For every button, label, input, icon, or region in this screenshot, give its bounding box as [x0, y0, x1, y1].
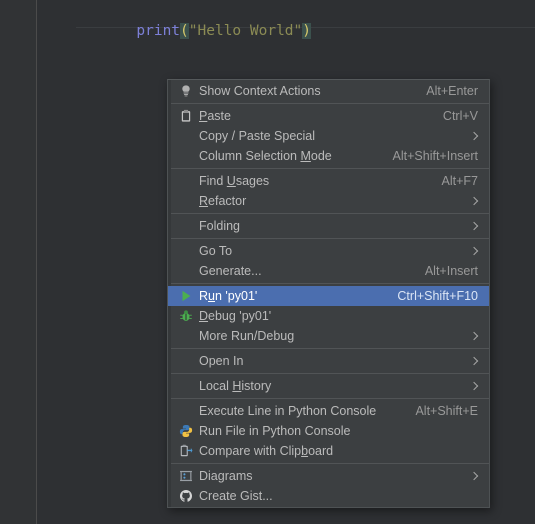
menu-item-shortcut: Alt+Shift+Insert — [392, 149, 478, 163]
menu-item-open-in[interactable]: Open In — [168, 351, 489, 371]
menu-item-label: Find Usages — [199, 174, 270, 188]
menu-item-label: Copy / Paste Special — [199, 129, 316, 143]
menu-item-label: Open In — [199, 354, 244, 368]
menu-item-label: Create Gist... — [199, 489, 273, 503]
menu-item-copy-paste-special[interactable]: Copy / Paste Special — [168, 126, 489, 146]
menu-item-execute-line-in-python-console[interactable]: Execute Line in Python Console Alt+Shift+… — [168, 401, 489, 421]
menu-item-debug-py01[interactable]: Debug 'py01' — [168, 306, 489, 326]
chevron-right-icon — [469, 381, 479, 391]
menu-separator — [171, 373, 489, 374]
menu-item-compare-with-clipboard[interactable]: Compare with Clipboard — [168, 441, 489, 461]
editor-context-menu[interactable]: Show Context Actions Alt+Enter Paste Ctrl+V… — [167, 79, 490, 508]
no-icon — [176, 403, 196, 419]
no-icon — [176, 218, 196, 234]
menu-item-paste[interactable]: Paste Ctrl+V — [168, 106, 489, 126]
menu-item-label: Local History — [199, 379, 272, 393]
menu-item-label: Column Selection Mode — [199, 149, 332, 163]
menu-item-label: Run 'py01' — [199, 289, 258, 303]
menu-item-label: Execute Line in Python Console — [199, 404, 377, 418]
menu-item-label: Debug 'py01' — [199, 309, 272, 323]
no-icon — [176, 243, 196, 259]
menu-separator — [171, 103, 489, 104]
menu-item-label: Run File in Python Console — [199, 424, 351, 438]
menu-item-label: Diagrams — [199, 469, 253, 483]
menu-item-label: Generate... — [199, 264, 262, 278]
debug-bug-icon — [176, 308, 196, 324]
code-token-open-paren: ( — [180, 23, 189, 39]
no-icon — [176, 148, 196, 164]
menu-separator — [171, 283, 489, 284]
context-menu-items: Show Context Actions Alt+Enter Paste Ctrl+V… — [168, 81, 489, 506]
menu-item-refactor[interactable]: Refactor — [168, 191, 489, 211]
menu-item-label: Folding — [199, 219, 240, 233]
menu-item-label: Compare with Clipboard — [199, 444, 334, 458]
chevron-right-icon — [469, 471, 479, 481]
diagrams-icon — [176, 468, 196, 484]
menu-item-label: Go To — [199, 244, 233, 258]
code-token-close-paren: ) — [302, 23, 312, 39]
menu-item-run-file-in-python-console[interactable]: Run File in Python Console — [168, 421, 489, 441]
chevron-right-icon — [469, 131, 479, 141]
code-line-1: print("Hello World") — [84, 3, 312, 60]
python-icon — [176, 423, 196, 439]
menu-item-shortcut: Ctrl+V — [442, 109, 478, 123]
menu-item-go-to[interactable]: Go To — [168, 241, 489, 261]
menu-item-run-py01[interactable]: Run 'py01' Ctrl+Shift+F10 — [168, 286, 489, 306]
menu-item-generate[interactable]: Generate... Alt+Insert — [168, 261, 489, 281]
menu-item-label: More Run/Debug — [199, 329, 295, 343]
github-icon — [176, 488, 196, 504]
chevron-right-icon — [469, 196, 479, 206]
menu-item-create-gist[interactable]: Create Gist... — [168, 486, 489, 506]
no-icon — [176, 378, 196, 394]
menu-item-folding[interactable]: Folding — [168, 216, 489, 236]
menu-separator — [171, 348, 489, 349]
menu-item-column-selection-mode[interactable]: Column Selection Mode Alt+Shift+Insert — [168, 146, 489, 166]
menu-item-label: Show Context Actions — [199, 84, 321, 98]
no-icon — [176, 193, 196, 209]
chevron-right-icon — [469, 221, 479, 231]
menu-item-shortcut: Ctrl+Shift+F10 — [397, 289, 478, 303]
no-icon — [176, 263, 196, 279]
clipboard-paste-icon — [176, 108, 196, 124]
menu-item-shortcut: Alt+Insert — [424, 264, 478, 278]
menu-separator — [171, 398, 489, 399]
no-icon — [176, 353, 196, 369]
no-icon — [176, 328, 196, 344]
code-token-function: print — [136, 23, 181, 39]
lightbulb-icon — [176, 83, 196, 99]
editor-gutter — [0, 0, 37, 524]
menu-item-shortcut: Alt+Shift+E — [415, 404, 478, 418]
run-play-icon — [176, 288, 196, 304]
menu-separator — [171, 168, 489, 169]
chevron-right-icon — [469, 246, 479, 256]
chevron-right-icon — [469, 356, 479, 366]
no-icon — [176, 173, 196, 189]
menu-item-label: Refactor — [199, 194, 247, 208]
menu-item-label: Paste — [199, 109, 231, 123]
menu-separator — [171, 238, 489, 239]
menu-separator — [171, 463, 489, 464]
menu-item-diagrams[interactable]: Diagrams — [168, 466, 489, 486]
menu-separator — [171, 213, 489, 214]
code-token-string: "Hello World" — [188, 23, 303, 39]
menu-item-more-run-debug[interactable]: More Run/Debug — [168, 326, 489, 346]
chevron-right-icon — [469, 331, 479, 341]
menu-item-shortcut: Alt+F7 — [441, 174, 478, 188]
menu-item-shortcut: Alt+Enter — [426, 84, 478, 98]
compare-clipboard-icon — [176, 443, 196, 459]
menu-item-find-usages[interactable]: Find Usages Alt+F7 — [168, 171, 489, 191]
menu-item-local-history[interactable]: Local History — [168, 376, 489, 396]
menu-item-show-context-actions[interactable]: Show Context Actions Alt+Enter — [168, 81, 489, 101]
no-icon — [176, 128, 196, 144]
